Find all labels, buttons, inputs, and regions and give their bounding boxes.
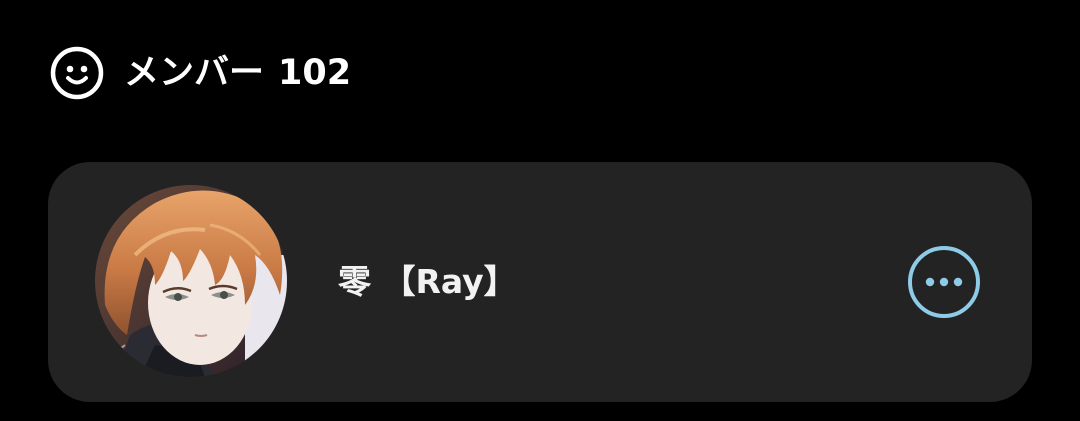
members-title: メンバー 102 <box>124 52 352 93</box>
member-name[interactable]: 零 【Ray】 <box>338 258 517 306</box>
member-card[interactable]: 零 【Ray】 <box>48 162 1032 402</box>
members-label: メンバー <box>124 52 265 93</box>
smiley-face-icon <box>50 46 104 100</box>
members-section-header: メンバー 102 <box>50 46 351 100</box>
more-options-icon <box>908 246 980 318</box>
member-avatar[interactable] <box>95 185 287 377</box>
avatar-image <box>95 185 287 377</box>
more-options-button[interactable] <box>906 244 982 320</box>
members-count: 102 <box>278 52 352 93</box>
